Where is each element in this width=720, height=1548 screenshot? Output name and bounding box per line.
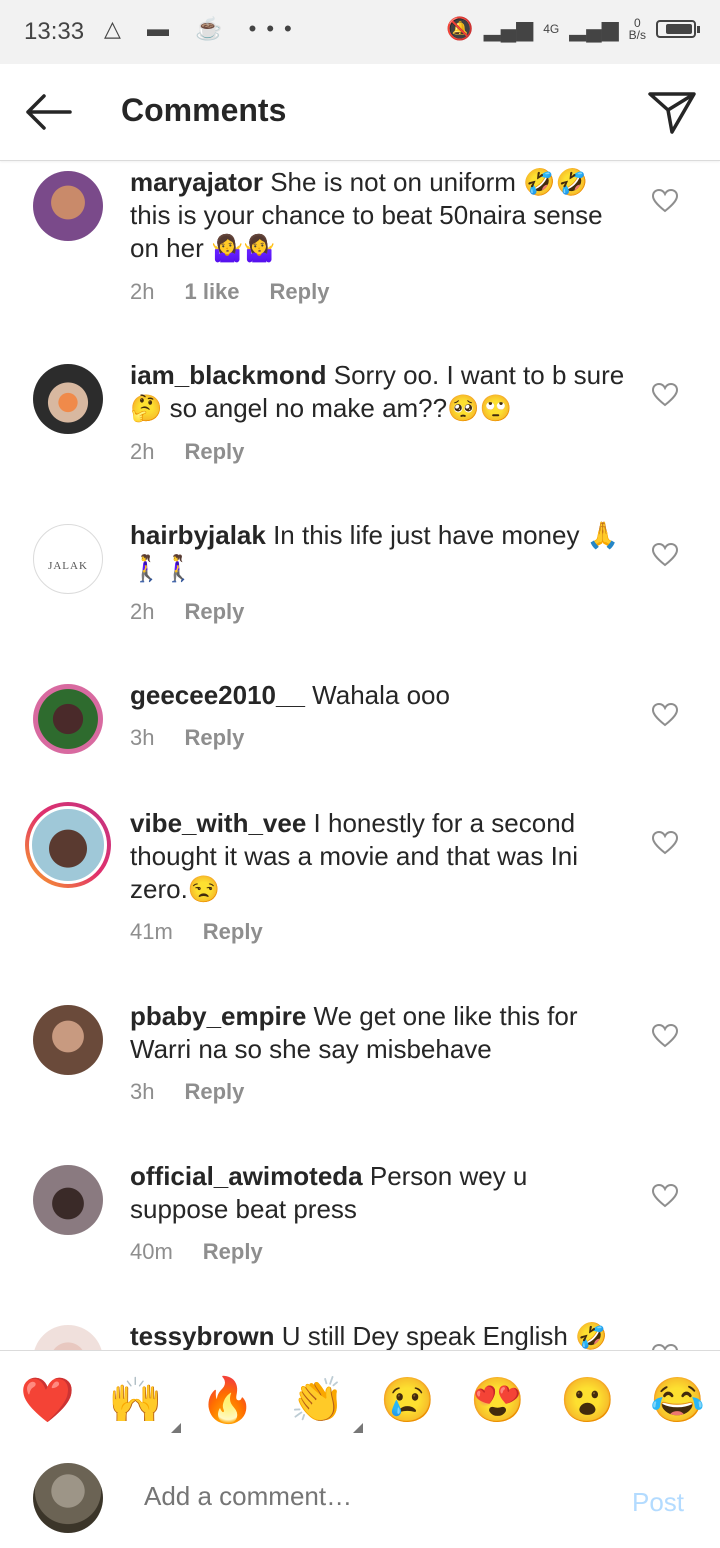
comment-text: Wahala ooo xyxy=(304,680,450,710)
signal-icon-2: ▂▄▆ xyxy=(569,16,619,41)
comment-time: 3h xyxy=(130,1079,155,1104)
reaction-heart-eyes[interactable]: 😍 xyxy=(470,1377,525,1425)
comment-username[interactable]: hairbyjalak xyxy=(130,520,266,550)
comment-meta: 3h Reply xyxy=(130,725,244,751)
comment-time: 3h xyxy=(130,725,155,750)
heart-icon[interactable] xyxy=(652,543,678,567)
comment-time: 2h xyxy=(130,279,155,304)
notification-icons: △ ▬ ☕ ••• xyxy=(104,16,302,41)
comment-time: 2h xyxy=(130,599,155,624)
reply-button[interactable]: Reply xyxy=(203,919,263,945)
avatar[interactable] xyxy=(33,684,103,754)
data-speed-unit: B/s xyxy=(628,28,646,42)
page-title: Comments xyxy=(121,92,287,128)
comment-time: 2h xyxy=(130,439,155,464)
comment-meta: 2h Reply xyxy=(130,439,244,465)
comment-username[interactable]: official_awimoteda xyxy=(130,1161,363,1191)
reaction-fire[interactable]: 🔥 xyxy=(200,1377,255,1425)
heart-icon[interactable] xyxy=(652,703,678,727)
reply-button[interactable]: Reply xyxy=(184,599,244,625)
reply-button[interactable]: Reply xyxy=(184,725,244,751)
comment-list[interactable]: maryajator She is not on uniform 🤣🤣this … xyxy=(0,161,720,1350)
reply-button[interactable]: Reply xyxy=(184,439,244,465)
comment-body: iam_blackmond Sorry oo. I want to b sure… xyxy=(130,359,628,425)
quick-reactions-bar: ❤️ 🙌 🔥 👏 😢 😍 😮 😂 xyxy=(0,1350,720,1448)
status-time: 13:33 xyxy=(24,18,85,45)
comment-username[interactable]: pbaby_empire xyxy=(130,1001,306,1031)
battery-icon xyxy=(656,20,700,38)
comment-meta: 40m Reply xyxy=(130,1239,263,1265)
avatar-story-ring[interactable] xyxy=(25,802,111,888)
avatar xyxy=(29,806,107,884)
status-bar: 13:33 △ ▬ ☕ ••• 🔕 ▂▄▆ 4G ▂▄▆ 0 B/s xyxy=(0,0,720,64)
comment-body: official_awimoteda Person wey u suppose … xyxy=(130,1160,628,1226)
heart-icon[interactable] xyxy=(652,189,678,213)
comment-meta: 2h 1 like Reply xyxy=(130,279,329,305)
avatar[interactable] xyxy=(33,1165,103,1235)
comment-username[interactable]: maryajator xyxy=(130,167,263,197)
comment-body: vibe_with_vee I honestly for a second th… xyxy=(130,807,628,906)
reaction-clapping-hands[interactable]: 👏 xyxy=(290,1377,363,1433)
comment-body: hairbyjalak In this life just have money… xyxy=(130,519,628,585)
comment-body: geecee2010__ Wahala ooo xyxy=(130,679,628,712)
heart-icon[interactable] xyxy=(652,1184,678,1208)
comment-username[interactable]: tessybrown xyxy=(130,1321,275,1350)
heart-icon[interactable] xyxy=(652,383,678,407)
avatar[interactable]: JALAK xyxy=(33,524,103,594)
direct-send-icon[interactable] xyxy=(646,88,698,136)
heart-icon[interactable] xyxy=(652,1024,678,1048)
signal-icon: ▂▄▆ xyxy=(483,16,534,41)
comment-meta: 41m Reply xyxy=(130,919,263,945)
current-user-avatar xyxy=(33,1463,103,1533)
heart-icon[interactable] xyxy=(652,831,678,855)
reaction-surprised-face[interactable]: 😮 xyxy=(560,1377,615,1425)
reaction-raising-hands[interactable]: 🙌 xyxy=(108,1377,181,1433)
reaction-crying-face[interactable]: 😢 xyxy=(380,1377,435,1425)
app-header: Comments xyxy=(0,64,720,161)
comment-input[interactable] xyxy=(144,1481,584,1512)
comment-likes[interactable]: 1 like xyxy=(184,279,239,305)
avatar[interactable] xyxy=(33,1005,103,1075)
comment-meta: 2h Reply xyxy=(130,599,244,625)
reaction-laughing-face[interactable]: 😂 xyxy=(650,1377,705,1425)
system-icons: 🔕 ▂▄▆ 4G ▂▄▆ 0 B/s xyxy=(446,16,700,42)
comment-username[interactable]: iam_blackmond xyxy=(130,360,327,390)
avatar-logo-text: JALAK xyxy=(48,560,88,572)
reply-button[interactable]: Reply xyxy=(270,279,330,305)
comment-body: pbaby_empire We get one like this for Wa… xyxy=(130,1000,628,1066)
post-button[interactable]: Post xyxy=(632,1487,684,1518)
comment-body: tessybrown U still Dey speak English 🤣 xyxy=(130,1320,628,1350)
back-arrow-icon[interactable] xyxy=(22,88,74,136)
network-type: 4G xyxy=(543,22,560,36)
comment-username[interactable]: geecee2010__ xyxy=(130,680,305,710)
comment-text: U still Dey speak English 🤣 xyxy=(274,1321,608,1350)
comment-time: 41m xyxy=(130,919,173,944)
reply-button[interactable]: Reply xyxy=(184,1079,244,1105)
reply-button[interactable]: Reply xyxy=(203,1239,263,1265)
comment-composer: Post xyxy=(0,1447,720,1548)
bell-muted-icon: 🔕 xyxy=(446,16,474,41)
comment-time: 40m xyxy=(130,1239,173,1264)
comment-username[interactable]: vibe_with_vee xyxy=(130,808,306,838)
avatar[interactable] xyxy=(33,171,103,241)
reaction-red-heart[interactable]: ❤️ xyxy=(20,1377,75,1425)
comment-body: maryajator She is not on uniform 🤣🤣this … xyxy=(130,166,628,265)
avatar[interactable] xyxy=(33,1325,103,1350)
avatar[interactable] xyxy=(33,364,103,434)
comment-meta: 3h Reply xyxy=(130,1079,244,1105)
data-speed: 0 B/s xyxy=(629,17,646,41)
